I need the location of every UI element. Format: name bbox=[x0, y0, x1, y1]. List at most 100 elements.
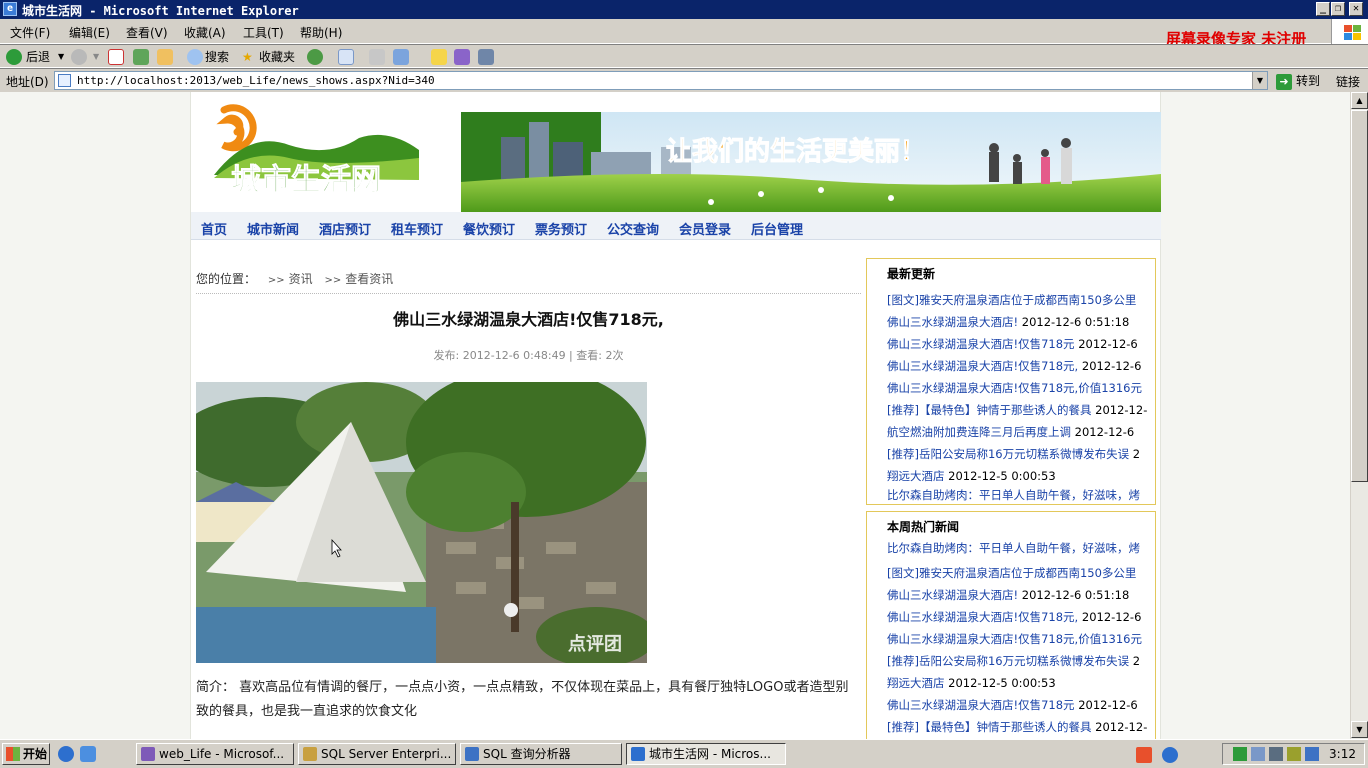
windows-flag-icon bbox=[6, 747, 20, 761]
start-label: 开始 bbox=[23, 747, 48, 761]
help-icon[interactable] bbox=[1162, 747, 1178, 763]
nav-dining-booking[interactable]: 餐饮预订 bbox=[463, 219, 515, 238]
list-item[interactable]: 佛山三水绿湖温泉大酒店!仅售718元, 2012-12-6 bbox=[887, 358, 1152, 374]
research-icon[interactable] bbox=[478, 49, 494, 65]
window-title: 城市生活网 - Microsoft Internet Explorer bbox=[22, 4, 299, 18]
nav-city-news[interactable]: 城市新闻 bbox=[247, 219, 299, 238]
quicklaunch-desktop-icon[interactable] bbox=[80, 746, 96, 762]
minimize-button[interactable]: _ bbox=[1316, 2, 1330, 16]
list-item[interactable]: 佛山三水绿湖温泉大酒店!仅售718元,价值1316元 bbox=[887, 631, 1152, 647]
web-page: 城市生活网 让我们的生活更美丽！ 首页 城市新闻 酒店预订 租车预订 餐饮预订 … bbox=[190, 92, 1161, 739]
nav-admin[interactable]: 后台管理 bbox=[751, 219, 803, 238]
list-item[interactable]: [推荐]岳阳公安局称16万元切糕系微博发布失误 2 bbox=[887, 446, 1152, 462]
mail-icon[interactable] bbox=[338, 49, 354, 65]
go-arrow-icon: ➜ bbox=[1276, 73, 1292, 90]
list-item[interactable]: [图文]雅安天府温泉酒店位于成都西南150多公里 bbox=[887, 292, 1152, 308]
latest-updates-title: 最新更新 bbox=[887, 267, 936, 281]
banner-slogan: 让我们的生活更美丽！ bbox=[666, 136, 926, 167]
discuss-icon[interactable] bbox=[431, 49, 447, 65]
task-city-life-ie[interactable]: 城市生活网 - Micros... bbox=[626, 743, 786, 765]
back-button[interactable]: 后退 bbox=[26, 49, 50, 65]
nav-hotel-booking[interactable]: 酒店预订 bbox=[319, 219, 371, 238]
nav-bus-query[interactable]: 公交查询 bbox=[607, 219, 659, 238]
breadcrumb-separator: >> bbox=[324, 275, 342, 286]
search-button[interactable]: 搜索 bbox=[205, 49, 229, 65]
home-icon[interactable] bbox=[157, 49, 173, 65]
list-item[interactable]: 佛山三水绿湖温泉大酒店!仅售718元 2012-12-6 bbox=[887, 697, 1152, 713]
nav-ticket-booking[interactable]: 票务预订 bbox=[535, 219, 587, 238]
tray-monitor-icon[interactable] bbox=[1251, 747, 1265, 761]
list-item[interactable]: 佛山三水绿湖温泉大酒店!仅售718元,价值1316元 bbox=[887, 380, 1152, 396]
go-button[interactable]: ➜ 转到 bbox=[1276, 72, 1320, 90]
task-sql-query-analyzer[interactable]: SQL 查询分析器 bbox=[460, 743, 622, 765]
refresh-icon[interactable] bbox=[133, 49, 149, 65]
list-item[interactable]: 翔远大酒店 2012-12-5 0:00:53 bbox=[887, 675, 1152, 691]
breadcrumb-view-news[interactable]: 查看资讯 bbox=[345, 272, 393, 286]
stop-icon[interactable] bbox=[108, 49, 124, 65]
list-item[interactable]: 航空燃油附加费连降三月后再度上调 2012-12-6 bbox=[887, 424, 1152, 440]
menu-favorites[interactable]: 收藏(A) bbox=[184, 24, 226, 41]
list-item[interactable]: 佛山三水绿湖温泉大酒店!仅售718元 2012-12-6 bbox=[887, 336, 1152, 352]
start-button[interactable]: 开始 bbox=[2, 743, 50, 765]
breadcrumb-news[interactable]: 资讯 bbox=[289, 272, 313, 286]
favorites-star-icon: ★ bbox=[242, 50, 253, 64]
back-icon[interactable] bbox=[6, 49, 22, 65]
windows-logo-icon bbox=[1331, 19, 1368, 47]
tray-s-icon[interactable] bbox=[1136, 747, 1152, 763]
vertical-scrollbar[interactable]: ▲ ▼ bbox=[1350, 92, 1368, 739]
article-summary: 简介： 喜欢高品位有情调的餐厅，一点点小资，一点点精致，不仅体现在菜品上，具有餐… bbox=[196, 680, 849, 719]
article-photo: 点评团 bbox=[196, 382, 647, 663]
menu-tools[interactable]: 工具(T) bbox=[243, 24, 284, 41]
site-logo[interactable]: 城市生活网 bbox=[209, 100, 439, 200]
list-item[interactable]: 佛山三水绿湖温泉大酒店! 2012-12-6 0:51:18 bbox=[887, 587, 1152, 603]
menu-view[interactable]: 查看(V) bbox=[126, 24, 168, 41]
messenger-icon[interactable] bbox=[454, 49, 470, 65]
tray-volume-icon[interactable] bbox=[1305, 747, 1319, 761]
breadcrumb-separator: >> bbox=[267, 275, 285, 286]
address-dropdown-icon[interactable]: ▼ bbox=[1252, 72, 1267, 89]
list-item[interactable]: 比尔森自助烤肉：平日单人自助午餐，好滋味，烤 bbox=[887, 540, 1152, 556]
links-button[interactable]: 链接 bbox=[1336, 73, 1360, 90]
list-item[interactable]: 比尔森自助烤肉：平日单人自助午餐，好滋味，烤 bbox=[887, 487, 1152, 503]
tray-sql-icon[interactable] bbox=[1287, 747, 1301, 761]
address-bar: 地址(D) http://localhost:2013/web_Life/new… bbox=[0, 68, 1368, 92]
scroll-down-icon[interactable]: ▼ bbox=[1351, 721, 1368, 738]
scrollbar-thumb[interactable] bbox=[1351, 110, 1368, 482]
nav-home[interactable]: 首页 bbox=[201, 219, 227, 238]
task-web-life[interactable]: web_Life - Microsof... bbox=[136, 743, 294, 765]
list-item[interactable]: 佛山三水绿湖温泉大酒店!仅售718元, 2012-12-6 bbox=[887, 609, 1152, 625]
favorites-button[interactable]: 收藏夹 bbox=[259, 49, 295, 65]
quicklaunch-ie-icon[interactable] bbox=[58, 746, 74, 762]
title-bar: e 城市生活网 - Microsoft Internet Explorer _ … bbox=[0, 0, 1368, 19]
list-item[interactable]: [图文]雅安天府温泉酒店位于成都西南150多公里 bbox=[887, 565, 1152, 581]
tray-display-icon[interactable] bbox=[1269, 747, 1283, 761]
list-item[interactable]: [推荐]【最特色】钟情于那些诱人的餐具 2012-12- bbox=[887, 402, 1152, 418]
nav-member-login[interactable]: 会员登录 bbox=[679, 219, 731, 238]
scroll-up-icon[interactable]: ▲ bbox=[1351, 92, 1368, 109]
article-title: 佛山三水绿湖温泉大酒店!仅售718元, bbox=[393, 310, 664, 329]
main-nav: 首页 城市新闻 酒店预订 租车预订 餐饮预订 票务预订 公交查询 会员登录 后台… bbox=[191, 212, 1161, 240]
list-item[interactable]: [推荐]岳阳公安局称16万元切糕系微博发布失误 2 bbox=[887, 653, 1152, 669]
photo-watermark: 点评团 bbox=[568, 633, 622, 655]
list-item[interactable]: [推荐]【最特色】钟情于那些诱人的餐具 2012-12- bbox=[887, 719, 1152, 735]
forward-icon[interactable] bbox=[71, 49, 87, 65]
edit-icon[interactable] bbox=[393, 49, 409, 65]
menu-help[interactable]: 帮助(H) bbox=[300, 24, 342, 41]
latest-updates-panel: 最新更新 [图文]雅安天府温泉酒店位于成都西南150多公里 佛山三水绿湖温泉大酒… bbox=[866, 258, 1156, 505]
address-input[interactable]: http://localhost:2013/web_Life/news_show… bbox=[54, 71, 1268, 90]
back-dropdown-icon[interactable]: ▼ bbox=[58, 49, 64, 65]
restore-button[interactable]: ❐ bbox=[1331, 2, 1345, 16]
history-icon[interactable] bbox=[307, 49, 323, 65]
address-url[interactable]: http://localhost:2013/web_Life/news_show… bbox=[77, 74, 435, 87]
print-icon[interactable] bbox=[369, 49, 385, 65]
task-sql-enterprise[interactable]: SQL Server Enterpri... bbox=[298, 743, 456, 765]
list-item[interactable]: 佛山三水绿湖温泉大酒店! 2012-12-6 0:51:18 bbox=[887, 314, 1152, 330]
forward-dropdown-icon[interactable]: ▼ bbox=[93, 49, 99, 65]
menu-file[interactable]: 文件(F) bbox=[10, 24, 50, 41]
list-item[interactable]: 翔远大酒店 2012-12-5 0:00:53 bbox=[887, 468, 1152, 484]
menu-edit[interactable]: 编辑(E) bbox=[69, 24, 110, 41]
tray-network-icon[interactable] bbox=[1233, 747, 1247, 761]
nav-car-rental[interactable]: 租车预订 bbox=[391, 219, 443, 238]
close-button[interactable]: ✕ bbox=[1349, 2, 1363, 16]
search-icon[interactable] bbox=[187, 49, 203, 65]
